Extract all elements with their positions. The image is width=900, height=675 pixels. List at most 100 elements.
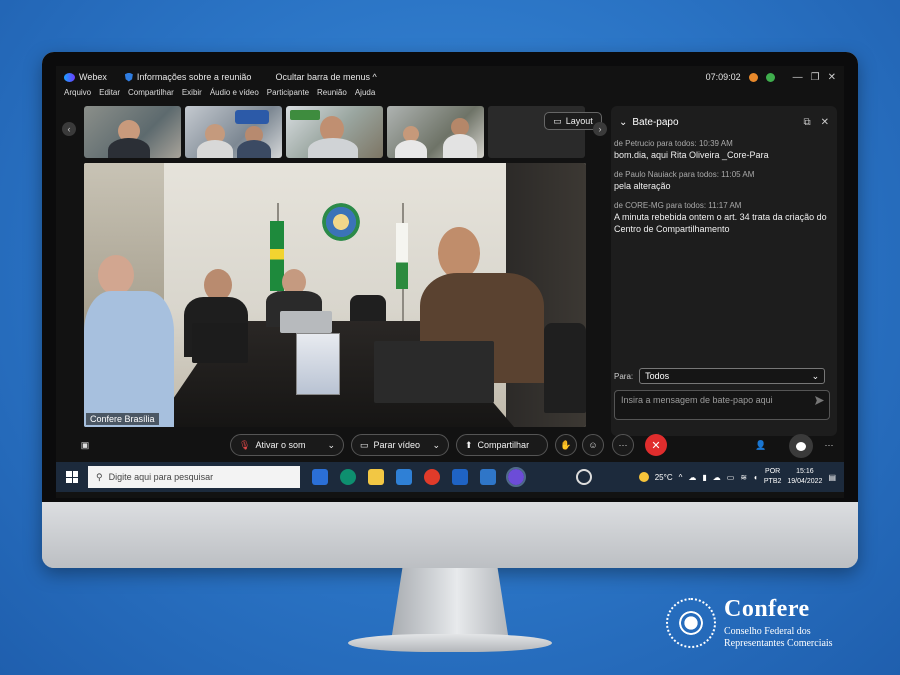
more-options-icon[interactable]: ··· — [612, 434, 634, 456]
webex-logo-icon — [64, 72, 75, 82]
system-tray: 25°C ^ ☁ ▮ ☁ ▭ ≋ ◖ POR PTB2 15:16 19/04/… — [638, 462, 836, 492]
participant-thumbnail-2[interactable] — [185, 106, 282, 158]
hide-menu-bar-button[interactable]: Ocultar barra de menus ^ — [275, 72, 376, 82]
close-chat-icon[interactable]: ✕ — [821, 117, 829, 128]
notifications-icon[interactable]: ▤ — [828, 473, 836, 482]
more-icon[interactable]: ··· — [818, 434, 840, 456]
opera-icon[interactable] — [424, 469, 440, 485]
meeting-info-link[interactable]: Informações sobre a reunião — [137, 72, 252, 82]
participant-body — [237, 140, 271, 158]
thumbnails-prev-button[interactable]: ‹ — [62, 122, 76, 136]
camera-icon: ▭ — [360, 439, 369, 450]
reactions-icon[interactable]: ☺ — [582, 434, 604, 456]
minimize-icon[interactable]: — — [793, 72, 803, 83]
volume-icon[interactable]: ◖ — [753, 473, 758, 482]
usb-icon[interactable]: ▮ — [702, 473, 706, 482]
webex-taskbar-icon[interactable] — [506, 467, 526, 487]
recipient-select[interactable]: Todos ⌄ — [639, 368, 826, 384]
taskbar-clock[interactable]: 15:16 19/04/2022 — [787, 467, 822, 487]
participant-body — [443, 134, 477, 158]
laptop — [280, 311, 332, 333]
unmute-button[interactable]: 🎙 Ativar o som ⌄ — [230, 434, 344, 456]
windows-store-icon[interactable] — [480, 469, 496, 485]
close-icon[interactable]: ✕ — [828, 72, 836, 83]
task-view-icon[interactable] — [312, 469, 328, 485]
chat-title: Bate-papo — [632, 116, 679, 128]
person-head — [98, 255, 134, 295]
participants-icon[interactable]: 👤 — [750, 434, 772, 456]
search-placeholder: Digite aqui para pesquisar — [108, 472, 214, 482]
menu-compartilhar[interactable]: Compartilhar — [128, 88, 174, 102]
battery-icon[interactable]: ▭ — [727, 473, 735, 482]
raise-hand-icon[interactable]: ✋ — [555, 434, 577, 456]
thumbnails-next-button[interactable]: › — [593, 122, 607, 136]
monitor-stand-base — [348, 634, 552, 652]
send-icon[interactable] — [815, 396, 824, 405]
seal-icon — [666, 598, 716, 648]
share-button[interactable]: ⬆ Compartilhar — [456, 434, 548, 456]
trello-icon[interactable] — [396, 469, 412, 485]
clock-date: 19/04/2022 — [787, 478, 823, 485]
meeting-controls: ▣ 🎙 Ativar o som ⌄ ▭ Parar vídeo ⌄ ⬆ Com… — [56, 434, 844, 460]
menu-audio-video[interactable]: Áudio e vídeo — [210, 88, 259, 102]
input-language[interactable]: POR PTB2 — [764, 467, 782, 487]
participant-body — [308, 138, 358, 158]
participant-thumbnail-1[interactable] — [84, 106, 181, 158]
menu-arquivo[interactable]: Arquivo — [64, 88, 91, 102]
chat-header: ⌄ Bate-papo ⧉ ✕ — [619, 114, 829, 130]
clock-time: 15:16 — [796, 468, 814, 475]
chevron-down-icon[interactable]: ⌄ — [327, 440, 335, 451]
wifi-icon[interactable]: ≋ — [740, 473, 747, 482]
stop-video-button[interactable]: ▭ Parar vídeo ⌄ — [351, 434, 449, 456]
orange-status-icon[interactable] — [748, 72, 758, 82]
brand-name: Confere — [724, 596, 810, 622]
end-call-button[interactable]: ✕ — [645, 434, 667, 456]
onedrive-icon[interactable]: ☁ — [713, 473, 721, 482]
green-status-icon[interactable] — [765, 72, 775, 82]
recipient-value: Todos — [645, 371, 670, 381]
person-head — [438, 227, 480, 279]
chat-message-input[interactable]: Insira a mensagem de bate-papo aqui — [614, 390, 830, 420]
search-icon: ⚲ — [96, 471, 103, 482]
brand-line-2: Representantes Comerciais — [724, 638, 833, 649]
menu-exibir[interactable]: Exibir — [182, 88, 202, 102]
onedrive-icon[interactable]: ☁ — [688, 473, 696, 482]
outlook-icon[interactable] — [452, 469, 468, 485]
chat-message: de CORE-MG para todos: 11:17 AM A minuta… — [614, 200, 830, 235]
layout-label: Layout — [565, 116, 593, 126]
menu-participante[interactable]: Participante — [267, 88, 309, 102]
chat-message: de Paulo Nauiack para todos: 11:05 AM pe… — [614, 169, 830, 192]
participant-thumbnail-4[interactable] — [387, 106, 484, 158]
lang-secondary: PTB2 — [763, 478, 782, 485]
restore-icon[interactable]: ❐ — [811, 72, 820, 83]
logo-banner — [290, 110, 320, 120]
monitor: Webex Informações sobre a reunião Oculta… — [42, 52, 858, 568]
app-name: Webex — [79, 72, 107, 82]
captions-icon[interactable]: ▣ — [74, 434, 96, 456]
help-icon[interactable] — [576, 469, 592, 485]
file-explorer-icon[interactable] — [368, 469, 384, 485]
participant-thumbnail-3[interactable] — [286, 106, 383, 158]
menu-reuniao[interactable]: Reunião — [317, 88, 347, 102]
shield-icon[interactable] — [124, 72, 133, 82]
participant-body — [197, 140, 233, 158]
chevron-down-icon[interactable]: ⌄ — [432, 440, 440, 451]
temperature[interactable]: 25°C — [655, 473, 673, 482]
tray-chevron-icon[interactable]: ^ — [679, 473, 683, 482]
participant-name-tag: Confere Brasília — [86, 413, 159, 425]
menu-editar[interactable]: Editar — [99, 88, 120, 102]
chevron-down-icon[interactable]: ⌄ — [619, 117, 627, 128]
message-text: A minuta rebebida ontem o art. 34 trata … — [614, 212, 827, 234]
meeting-clock: 07:09:02 — [705, 72, 741, 82]
share-icon: ⬆ — [465, 439, 473, 450]
chevron-up-icon: ^ — [372, 72, 377, 82]
edge-icon[interactable] — [340, 469, 356, 485]
taskbar-search-input[interactable]: ⚲ Digite aqui para pesquisar — [88, 466, 300, 488]
menu-ajuda[interactable]: Ajuda — [355, 88, 375, 102]
recipient-label: Para: — [614, 371, 634, 381]
windows-start-icon[interactable] — [66, 471, 78, 483]
popout-icon[interactable]: ⧉ — [803, 117, 810, 128]
main-video-stage[interactable]: Confere Brasília — [84, 163, 586, 427]
chat-toggle-button[interactable] — [789, 434, 813, 458]
weather-sun-icon[interactable] — [638, 472, 649, 482]
